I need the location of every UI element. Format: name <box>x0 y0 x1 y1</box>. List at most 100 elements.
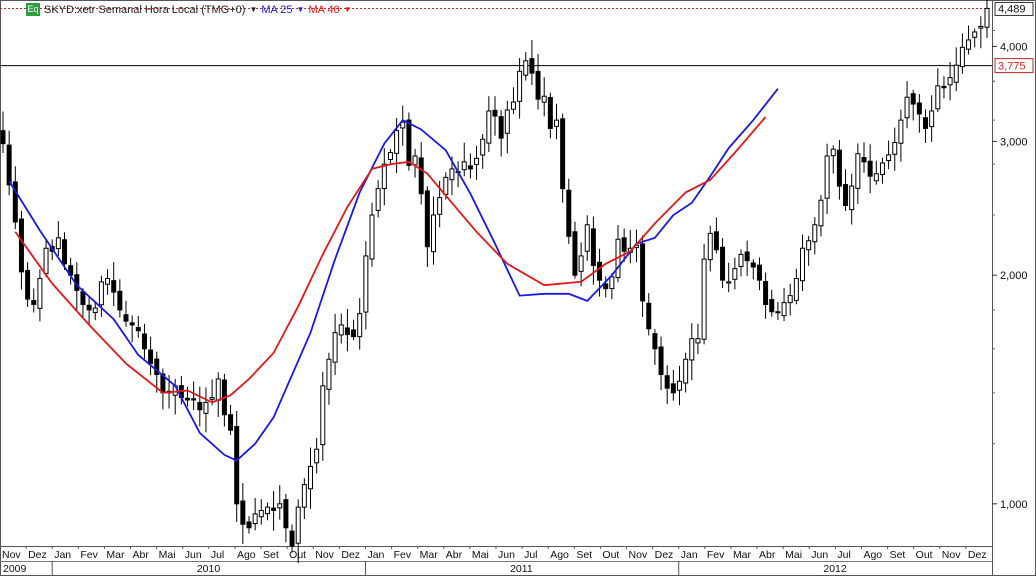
candle-body <box>953 64 959 83</box>
candle-body <box>418 157 424 195</box>
x-tick-label: Jun <box>498 549 515 561</box>
x-tick-label: Mai <box>785 549 802 561</box>
ma25-series-line <box>8 88 779 462</box>
x-tick-label: Jan <box>367 549 384 561</box>
candle-body <box>689 338 695 361</box>
chevron-down-icon[interactable]: ▼ <box>297 5 305 14</box>
x-tick-label: Jun <box>811 549 828 561</box>
x-tick-label: Jan <box>54 549 71 561</box>
chevron-down-icon[interactable]: ▼ <box>344 5 352 14</box>
chevron-down-icon[interactable]: ▼ <box>249 5 257 14</box>
candle-body <box>111 280 117 293</box>
candle-body <box>935 85 941 110</box>
candle-body <box>640 243 646 302</box>
candle-body <box>800 247 805 282</box>
candle-body <box>517 70 523 102</box>
candle-body <box>584 224 590 252</box>
candle-body <box>141 333 147 350</box>
candle-body <box>529 58 535 74</box>
candle-body <box>92 307 98 314</box>
candle-body <box>873 173 879 182</box>
year-label: 2012 <box>823 563 847 575</box>
candle-body <box>775 311 781 314</box>
candle-body <box>31 300 37 305</box>
x-tick-label: Nov <box>315 549 334 561</box>
candle-body <box>18 218 24 273</box>
candle-body <box>203 401 209 414</box>
ma40-legend-label[interactable]: MA 40 <box>308 4 339 16</box>
candle-body <box>326 358 332 390</box>
candle-body <box>597 261 603 281</box>
candle-body <box>720 246 726 281</box>
candle-body <box>959 46 965 68</box>
candle-body <box>554 119 559 127</box>
candle-body <box>338 324 344 336</box>
candle-body <box>394 130 400 154</box>
candle-body <box>879 162 885 176</box>
candle-body <box>910 93 916 105</box>
candle-body <box>264 506 270 515</box>
candle-body <box>369 214 375 260</box>
candle-body <box>849 185 855 211</box>
x-tick-label: Set <box>263 549 279 561</box>
candle-body <box>670 383 676 394</box>
candle-body <box>295 506 301 544</box>
candle-body <box>283 499 289 529</box>
x-tick-label: Dez <box>655 549 674 561</box>
candle-body <box>978 26 984 29</box>
candle-body <box>886 154 892 162</box>
chart-legend: Eq SKYD:xetr Semanal Hora Local (TMG+0) … <box>26 3 352 16</box>
candle-body <box>431 214 436 253</box>
candle-body <box>929 110 935 128</box>
candle-body <box>769 299 775 313</box>
candle-body <box>947 77 953 86</box>
candle-body <box>480 138 486 156</box>
candle-body <box>843 184 849 207</box>
candle-body <box>123 314 129 322</box>
equity-badge: Eq <box>26 3 40 16</box>
x-tick-label: Jul <box>837 549 850 561</box>
year-label: 2009 <box>3 563 27 575</box>
candle-body <box>701 258 707 340</box>
candle-body <box>867 160 873 177</box>
candle-body <box>351 329 357 338</box>
x-tick-label: Nov <box>629 549 648 561</box>
candle-body <box>357 313 363 338</box>
x-tick-label: Abr <box>759 549 776 561</box>
crosshair-label: 3,775 <box>998 61 1026 73</box>
x-tick-label: Set <box>576 549 592 561</box>
candle-body <box>812 224 818 243</box>
ma25-legend-label[interactable]: MA 25 <box>261 4 292 16</box>
candle-body <box>0 130 6 145</box>
candle-body <box>898 119 904 144</box>
candle-body <box>209 397 215 400</box>
candle-body <box>941 85 947 89</box>
candle-body <box>185 397 190 401</box>
candle-body <box>197 401 203 411</box>
x-tick-label: Dez <box>968 549 987 561</box>
x-tick-label: Fev <box>394 549 412 561</box>
candle-body <box>37 277 43 309</box>
candle-body <box>55 237 61 250</box>
last-price-label: 4,489 <box>998 3 1026 15</box>
candle-body <box>793 277 799 301</box>
y-tick-label: 4,000 <box>1000 42 1028 54</box>
candle-body <box>572 231 578 276</box>
candle-body <box>406 119 412 166</box>
candle-body <box>590 228 596 266</box>
candle-body <box>646 302 652 330</box>
candle-body <box>732 268 738 280</box>
x-tick-label: Dez <box>341 549 360 561</box>
candle-body <box>215 378 221 401</box>
candle-body <box>855 153 861 189</box>
candle-body <box>486 110 492 144</box>
candle-body <box>523 60 529 76</box>
candle-body <box>861 156 867 163</box>
candle-body <box>381 163 387 190</box>
candle-body <box>836 149 842 187</box>
candle-body <box>683 358 689 384</box>
candle-body <box>424 190 430 248</box>
candle-body <box>664 375 670 389</box>
symbol-label[interactable]: SKYD:xetr Semanal Hora Local (TMG+0) <box>44 4 245 16</box>
x-tick-label: Nov <box>942 549 961 561</box>
